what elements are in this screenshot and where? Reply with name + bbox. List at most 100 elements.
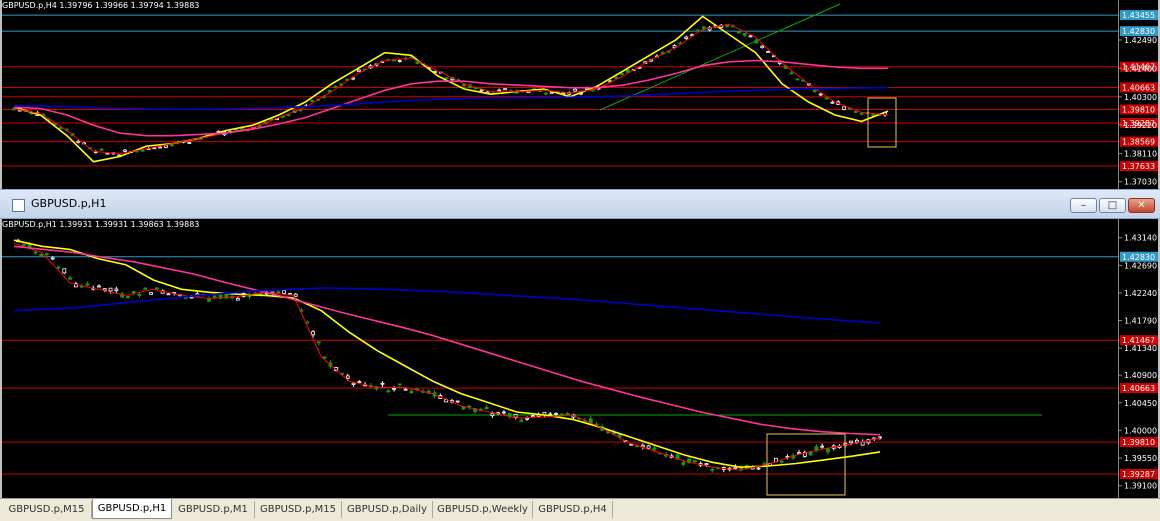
h1-candle-body: [235, 298, 240, 301]
h4-candle-body: [415, 61, 420, 64]
h1-candle-body: [45, 253, 49, 256]
h4-candle-body: [812, 89, 817, 93]
h4-candle-body: [187, 142, 192, 144]
h1-candle-body: [386, 390, 391, 393]
h1-candle-body: [212, 295, 217, 298]
h1-candle-body: [704, 463, 709, 466]
chart-tab-gbpusd-p-daily[interactable]: GBPUSD.p,Daily: [342, 501, 433, 518]
h1-candle-body: [797, 452, 801, 455]
h1-candle-body: [530, 415, 535, 418]
chart-tabs-bar: GBPUSD.p,M15 GBPUSD.p,H1 GBPUSD.p,M1 GBPUSD…: [0, 498, 1160, 521]
h1-candle-body: [455, 400, 460, 403]
h1-candle-body: [282, 290, 287, 294]
h1-candle-body: [85, 283, 90, 286]
h1-candle-body: [21, 244, 26, 246]
h4-candle-body: [573, 88, 578, 92]
h1-candle-body: [565, 413, 570, 415]
h1-candle-body: [114, 288, 119, 292]
chart-tab-gbpusd-p-weekly[interactable]: GBPUSD.p,Weekly: [433, 501, 533, 518]
h4-candle-body: [614, 76, 619, 79]
h4-candle-body: [871, 113, 876, 117]
h1-candle-body: [131, 291, 136, 294]
h1-candle-body: [559, 413, 564, 416]
h4-candle-body: [766, 51, 770, 53]
h4-candle-body: [123, 149, 127, 152]
h4-trendline: [599, 3, 841, 111]
h4-candle-body: [736, 31, 741, 34]
h1-candle-body: [39, 254, 44, 257]
h1-candle-body: [143, 287, 148, 290]
h4-candle-body: [152, 147, 157, 150]
h1-candle-body: [276, 291, 281, 294]
h1-candle-body: [681, 462, 686, 465]
h1-candle-body: [311, 331, 315, 336]
h4-candle-body: [479, 89, 484, 92]
h1-chart-pane[interactable]: 1.42830 1.41467 1.40663 1.39810 1.39287 1.431…: [0, 219, 1160, 498]
h4-candle-body: [795, 78, 800, 81]
h4-candle-body: [158, 146, 163, 149]
h4-candle-body: [620, 73, 624, 76]
h1-ma-line-4: [13, 287, 881, 324]
h1-candle-body: [56, 266, 61, 269]
h1-candle-body: [392, 388, 396, 390]
h4-chart-canvas[interactable]: 1.434551.428301.414671.406631.398101.392…: [0, 0, 1160, 189]
h1-chart-canvas[interactable]: 1.428301.414671.406631.398101.392871.431…: [0, 219, 1160, 498]
h1-candle-body: [484, 406, 489, 410]
h1-candle-body: [322, 356, 327, 359]
h1-window-titlebar[interactable]: GBPUSD.p,H1 – □ ✕: [0, 189, 1160, 219]
h1-candle-body: [502, 411, 506, 414]
h1-candle-body: [68, 277, 72, 280]
h4-candle-body: [859, 112, 864, 115]
h1-candle-body: [316, 341, 321, 344]
h1-candle-body: [183, 297, 188, 299]
h4-ma-line-2: [13, 23, 889, 155]
h1-ma-line-1: [13, 239, 881, 469]
chart-tab-gbpusd-p-m1[interactable]: GBPUSD.p,M1: [172, 501, 255, 518]
h1-candle-body: [513, 413, 518, 418]
minimize-button[interactable]: –: [1070, 198, 1097, 213]
maximize-button[interactable]: □: [1099, 198, 1126, 213]
h4-candle-body: [830, 101, 835, 104]
h1-candle-body: [756, 467, 761, 470]
h1-candle-body: [126, 296, 130, 299]
h1-candle-body: [854, 439, 859, 443]
h1-candle-body: [357, 381, 362, 383]
h1-candle-body: [207, 298, 211, 302]
close-button[interactable]: ✕: [1128, 198, 1155, 213]
h4-candle-body: [544, 92, 548, 95]
h1-ohlc-header: GBPUSD.p,H1 1.39931 1.39931 1.39863 1.39…: [2, 220, 200, 229]
h1-candle-body: [710, 468, 715, 471]
h4-ma-line-3: [13, 59, 888, 137]
h1-candle-body: [554, 412, 558, 415]
h1-candle-body: [397, 383, 402, 386]
chart-tab-gbpusd-p-m15[interactable]: GBPUSD.p,M15: [2, 501, 92, 518]
h4-ohlc-header: GBPUSD.p,H4 1.39796 1.39966 1.39794 1.39…: [2, 1, 200, 10]
h4-price-axis: [1118, 0, 1160, 189]
h4-candle-body: [298, 109, 303, 112]
h4-candle-body: [742, 33, 747, 36]
h1-candle-body: [154, 287, 159, 290]
chart-tab-gbpusd-p-h4[interactable]: GBPUSD.p,H4: [533, 501, 613, 518]
h1-candle-body: [739, 467, 744, 470]
h4-candle-body: [99, 148, 104, 151]
h1-candle-body: [490, 413, 495, 417]
h1-candle-body: [519, 419, 524, 422]
h4-candle-body: [310, 99, 315, 102]
h4-ma-line-4: [14, 86, 889, 110]
h1-candle-body: [733, 466, 738, 469]
h4-candle-body: [853, 111, 858, 113]
h1-candle-body: [102, 288, 107, 291]
chart-tab-gbpusd-p-m15[interactable]: GBPUSD.p,M15: [255, 501, 342, 518]
h1-candle-body: [345, 375, 350, 379]
h4-chart-pane[interactable]: 1.43455 1.42830 1.41467 1.40663 1.39810 1.392…: [0, 0, 1160, 189]
h4-candle-body: [754, 39, 759, 44]
h4-candle-body: [76, 140, 81, 143]
h1-candle-body: [288, 293, 292, 295]
h4-candle-body: [397, 60, 402, 62]
h1-candle-body: [548, 413, 553, 416]
chart-tab-gbpusd-p-h1[interactable]: GBPUSD.p,H1: [92, 499, 172, 519]
h4-candle-body: [684, 36, 689, 39]
h1-candle-body: [409, 390, 414, 394]
h4-candle-body: [169, 144, 174, 147]
h1-candle-body: [189, 296, 194, 299]
